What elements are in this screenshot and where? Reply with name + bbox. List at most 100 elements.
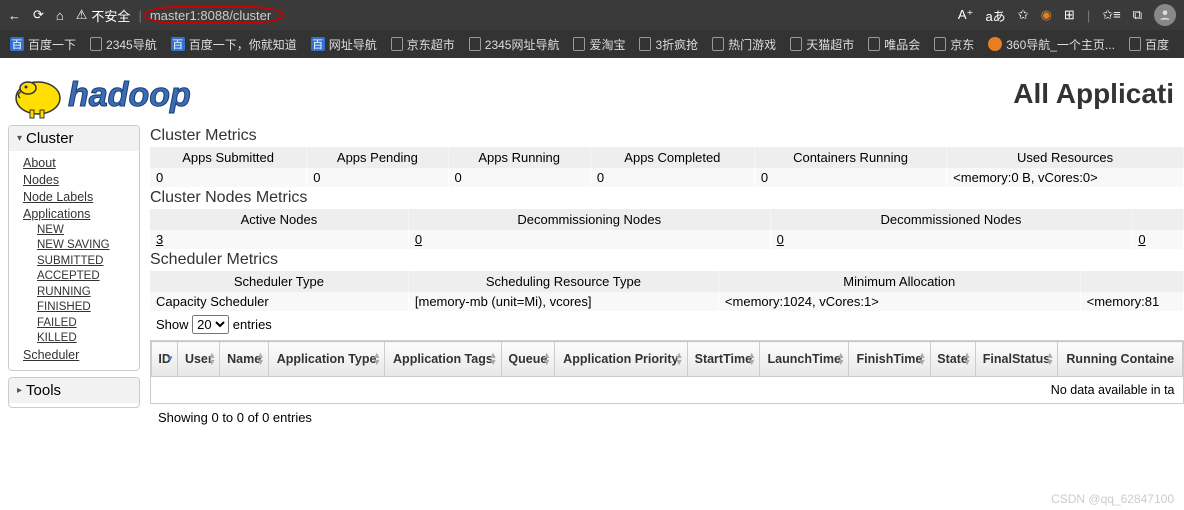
bookmark-item[interactable]: 唯品会 (868, 36, 920, 53)
bookmark-item[interactable]: 2345网址导航 (469, 36, 560, 53)
text-size-icon[interactable]: A⁺ (958, 7, 974, 23)
sidebar-state-accepted[interactable]: ACCEPTED (37, 269, 139, 285)
sidebar-state-failed[interactable]: FAILED (37, 316, 139, 332)
col-min-allocation: Minimum Allocation (718, 271, 1080, 292)
val-apps-completed: 0 (590, 168, 754, 187)
refresh-icon[interactable]: ⟳ (33, 7, 44, 23)
val-active-nodes[interactable]: 3 (150, 230, 408, 249)
page-title: All Applicati (1013, 78, 1174, 110)
sidebar-tools-header[interactable]: ▸Tools (9, 378, 139, 403)
browser-toolbar: ← ⟳ ⌂ ⚠ 不安全 | master1:8088/cluster A⁺ aあ… (0, 0, 1184, 30)
col-starttime[interactable]: StartTime▲▼ (687, 342, 760, 377)
sidebar-link-nodes[interactable]: Nodes (23, 172, 139, 189)
sidebar-state-running[interactable]: RUNNING (37, 285, 139, 301)
col-active-nodes: Active Nodes (150, 209, 408, 230)
favorites-list-icon[interactable]: ✩≡ (1102, 7, 1120, 23)
col-state[interactable]: State▲▼ (930, 342, 975, 377)
no-data-row: No data available in ta (152, 377, 1183, 404)
col-app-priority[interactable]: Application Priority▲▼ (555, 342, 687, 377)
bookmark-item[interactable]: 百网址导航 (311, 36, 377, 53)
bookmarks-bar: 百百度一下 2345导航 百百度一下，你就知道 百网址导航 京东超市 2345网… (0, 30, 1184, 58)
col-containers-running: Containers Running (754, 147, 946, 168)
col-user[interactable]: User▲▼ (178, 342, 220, 377)
col-decommissioned-nodes: Decommissioned Nodes (770, 209, 1132, 230)
col-apps-completed: Apps Completed (590, 147, 754, 168)
val-decommissioned-nodes[interactable]: 0 (770, 230, 1132, 249)
browser-right-icons: A⁺ aあ ✩ ◉ ⊞ | ✩≡ ⧉ (958, 4, 1176, 26)
col-apps-submitted: Apps Submitted (150, 147, 307, 168)
bookmark-item[interactable]: 京东超市 (391, 36, 455, 53)
scheduler-metrics-title: Scheduler Metrics (150, 251, 1184, 269)
col-app-tags[interactable]: Application Tags▲▼ (385, 342, 501, 377)
table-footer-info: Showing 0 to 0 of 0 entries (150, 404, 1184, 431)
val-extra[interactable]: 0 (1132, 230, 1184, 249)
bookmark-item[interactable]: 百度 (1129, 36, 1169, 53)
watermark: CSDN @qq_62847100 (1051, 492, 1174, 506)
hadoop-logo: hadoop (10, 66, 240, 121)
favorite-icon[interactable]: ✩ (1018, 7, 1029, 23)
extension-icon[interactable]: ◉ (1041, 7, 1052, 23)
entries-label: entries (233, 317, 272, 332)
col-launchtime[interactable]: LaunchTime▲▼ (760, 342, 849, 377)
sidebar: ▾Cluster About Nodes Node Labels Applica… (8, 125, 140, 431)
nodes-metrics-table: Active Nodes Decommissioning Nodes Decom… (150, 209, 1184, 249)
sidebar-link-applications[interactable]: Applications (23, 206, 139, 223)
bookmark-item[interactable]: 天猫超市 (790, 36, 854, 53)
sidebar-cluster-header[interactable]: ▾Cluster (9, 126, 139, 151)
col-decommissioning-nodes: Decommissioning Nodes (408, 209, 770, 230)
sidebar-link-about[interactable]: About (23, 155, 139, 172)
col-sched-extra (1080, 271, 1183, 292)
col-name[interactable]: Name▲▼ (220, 342, 269, 377)
bookmark-item[interactable]: 百百度一下 (10, 36, 76, 53)
val-min-allocation: <memory:1024, vCores:1> (718, 292, 1080, 311)
scheduler-metrics-table: Scheduler Type Scheduling Resource Type … (150, 271, 1184, 311)
bookmark-item[interactable]: 2345导航 (90, 36, 157, 53)
col-scheduler-type: Scheduler Type (150, 271, 408, 292)
bookmark-item[interactable]: 京东 (934, 36, 974, 53)
col-id[interactable]: ID ▼ (152, 342, 178, 377)
sidebar-link-nodelabels[interactable]: Node Labels (23, 189, 139, 206)
nodes-metrics-title: Cluster Nodes Metrics (150, 189, 1184, 207)
page-size-select[interactable]: 20 (192, 315, 229, 334)
val-apps-running: 0 (448, 168, 590, 187)
avatar[interactable] (1154, 4, 1176, 26)
col-app-type[interactable]: Application Type▲▼ (268, 342, 384, 377)
val-sched-extra: <memory:81 (1080, 292, 1183, 311)
bookmark-item[interactable]: 爱淘宝 (573, 36, 625, 53)
applications-table: ID ▼ User▲▼ Name▲▼ Application Type▲▼ Ap… (151, 341, 1183, 403)
insecure-warning: ⚠ 不安全 (76, 6, 131, 25)
val-containers-running: 0 (754, 168, 946, 187)
col-resource-type: Scheduling Resource Type (408, 271, 718, 292)
col-finalstatus[interactable]: FinalStatus▲▼ (975, 342, 1058, 377)
sidebar-state-finished[interactable]: FINISHED (37, 300, 139, 316)
url-text[interactable]: master1:8088/cluster (150, 8, 271, 23)
bookmark-item[interactable]: 3折疯抢 (639, 36, 698, 53)
val-used-resources: <memory:0 B, vCores:0> (947, 168, 1184, 187)
val-resource-type: [memory-mb (unit=Mi), vcores] (408, 292, 718, 311)
sidebar-link-scheduler[interactable]: Scheduler (23, 347, 139, 364)
sidebar-state-new[interactable]: NEW (37, 223, 139, 239)
val-apps-submitted: 0 (150, 168, 307, 187)
col-running-containers[interactable]: Running Containe (1058, 342, 1183, 377)
puzzle-icon[interactable]: ⊞ (1064, 7, 1075, 23)
show-label: Show (156, 317, 189, 332)
svg-text:hadoop: hadoop (68, 76, 191, 114)
home-icon[interactable]: ⌂ (56, 8, 64, 23)
bookmark-item[interactable]: 热门游戏 (712, 36, 776, 53)
main-content: Cluster Metrics Apps Submitted Apps Pend… (150, 125, 1184, 431)
val-scheduler-type: Capacity Scheduler (150, 292, 408, 311)
back-icon[interactable]: ← (8, 8, 21, 23)
translate-icon[interactable]: aあ (985, 6, 1005, 25)
col-apps-running: Apps Running (448, 147, 590, 168)
col-finishtime[interactable]: FinishTime▲▼ (849, 342, 930, 377)
bookmark-item[interactable]: 360导航_一个主页... (988, 36, 1115, 53)
val-decommissioning-nodes[interactable]: 0 (408, 230, 770, 249)
sidebar-state-submitted[interactable]: SUBMITTED (37, 254, 139, 270)
sidebar-state-newsaving[interactable]: NEW SAVING (37, 238, 139, 254)
col-queue[interactable]: Queue▲▼ (501, 342, 555, 377)
col-apps-pending: Apps Pending (307, 147, 448, 168)
collections-icon[interactable]: ⧉ (1133, 7, 1142, 23)
col-used-resources: Used Resources (947, 147, 1184, 168)
sidebar-state-killed[interactable]: KILLED (37, 331, 139, 347)
bookmark-item[interactable]: 百百度一下，你就知道 (171, 36, 297, 53)
